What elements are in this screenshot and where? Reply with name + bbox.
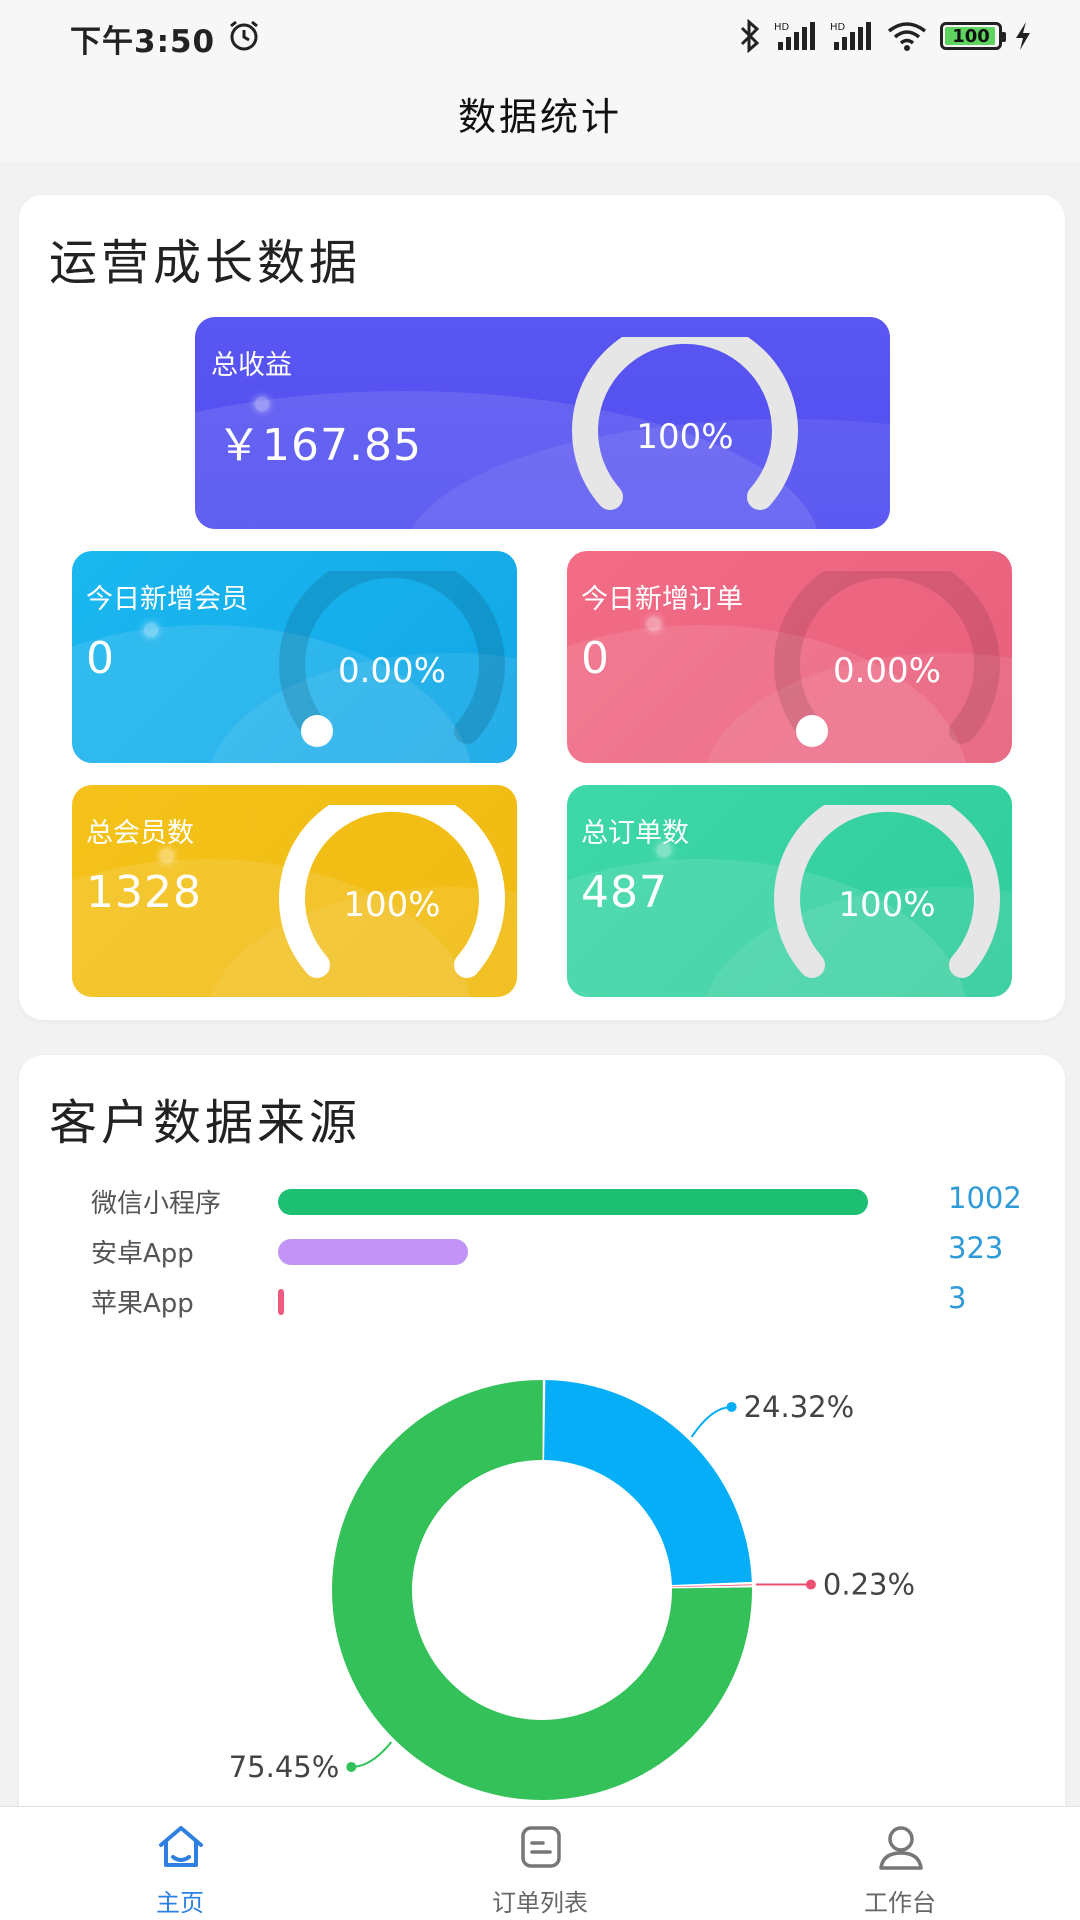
user-icon (879, 1826, 923, 1870)
stat-label: 今日新增订单 (581, 584, 743, 615)
svg-text:HD: HD (774, 22, 790, 33)
leader-dot (346, 1761, 357, 1772)
tab-order-list[interactable]: 订单列表 (360, 1807, 720, 1920)
gauge-percent: 100% (636, 417, 734, 457)
leader-dot (805, 1579, 816, 1590)
growth-data-card: 运营成长数据 总收益 ￥167.85 100% 今日新增会员 0 0.00% 今… (19, 195, 1065, 1020)
leader-dot (726, 1401, 737, 1412)
tab-label: 主页 (156, 1889, 204, 1917)
total-revenue-card[interactable]: 总收益 ￥167.85 100% (195, 317, 890, 529)
bottom-tab-bar: 主页 订单列表 工作台 (0, 1806, 1080, 1920)
new-orders-today-card[interactable]: 今日新增订单 0 0.00% (567, 551, 1012, 763)
stat-label: 总会员数 (86, 818, 194, 849)
total-members-card[interactable]: 总会员数 1328 100% (72, 785, 517, 997)
leader-line (351, 1741, 393, 1768)
battery-level: 100 (952, 25, 990, 47)
stat-value: 1328 (86, 867, 202, 918)
growth-section-title: 运营成长数据 (49, 235, 362, 291)
tab-home[interactable]: 主页 (0, 1807, 360, 1920)
stat-value: ￥167.85 (217, 420, 422, 471)
source-donut-chart: 24.32% 0.23% 75.45% (229, 1380, 915, 1800)
tab-label: 工作台 (864, 1889, 936, 1917)
bluetooth-icon (740, 19, 760, 53)
battery-icon: 100 (940, 22, 1006, 50)
status-bar: 下午3:50 HD HD 100 (0, 0, 1080, 72)
signal-icon: HD (830, 22, 871, 50)
total-orders-card[interactable]: 总订单数 487 100% (567, 785, 1012, 997)
customer-source-card: 客户数据来源 微信小程序 1002 安卓App 323 苹果App 3 24.3… (19, 1055, 1065, 1915)
stat-label: 总收益 (211, 350, 292, 381)
stat-label: 总订单数 (581, 818, 689, 849)
alarm-icon (230, 20, 258, 51)
header: 数据统计 (0, 72, 1080, 162)
signal-icon: HD (774, 22, 815, 50)
stat-value: 0 (86, 633, 115, 684)
gauge-percent: 0.00% (832, 651, 941, 691)
tab-label: 订单列表 (492, 1889, 588, 1917)
donut-slice[interactable] (544, 1380, 752, 1585)
donut-label: 24.32% (744, 1390, 855, 1424)
new-members-today-card[interactable]: 今日新增会员 0 0.00% (72, 551, 517, 763)
stat-label: 今日新增会员 (86, 584, 248, 615)
donut-label: 75.45% (229, 1750, 340, 1784)
tab-workbench[interactable]: 工作台 (720, 1807, 1080, 1920)
status-time: 下午3:50 (70, 24, 216, 60)
order-list-icon (521, 1826, 561, 1868)
wifi-icon (887, 22, 927, 51)
donut-slice[interactable] (671, 1584, 752, 1588)
home-icon (159, 1826, 203, 1867)
stat-value: 0 (581, 633, 610, 684)
page-title: 数据统计 (457, 95, 622, 139)
gauge-percent: 100% (343, 885, 441, 925)
gauge-percent: 100% (838, 885, 936, 925)
leader-line (690, 1405, 732, 1438)
svg-text:HD: HD (830, 22, 846, 33)
charging-icon (1016, 22, 1030, 50)
stat-value: 487 (581, 867, 668, 918)
gauge-percent: 0.00% (337, 651, 446, 691)
donut-label: 0.23% (823, 1568, 915, 1602)
